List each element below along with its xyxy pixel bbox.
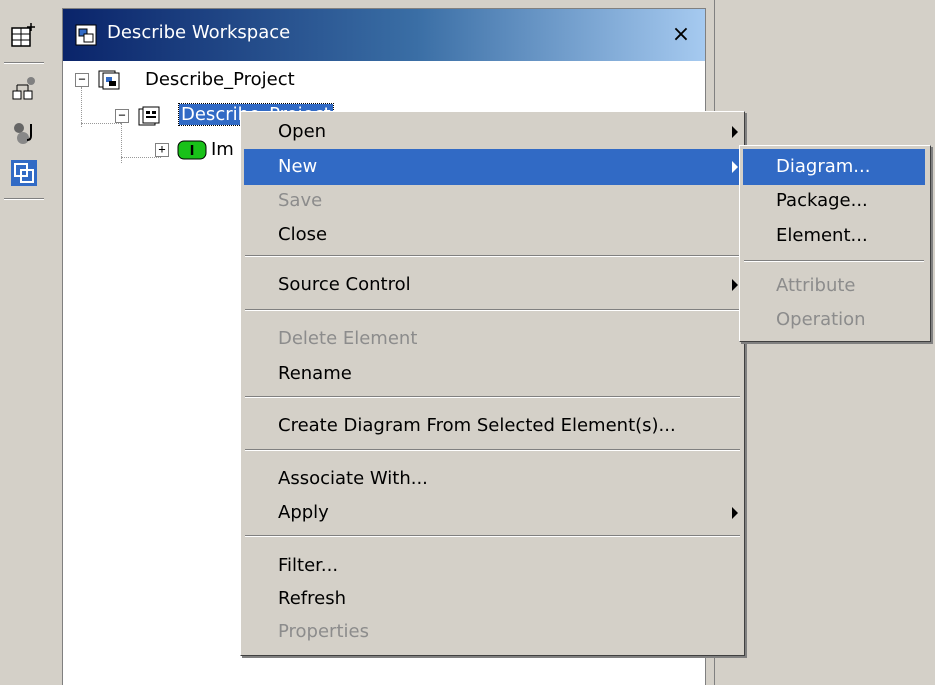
workspace-title: Describe Workspace (107, 22, 291, 43)
tree-expand-toggle[interactable]: + (155, 143, 169, 157)
submenu-arrow-icon (732, 507, 738, 519)
menu-separator (245, 449, 740, 451)
menu-item-properties[interactable]: Properties (244, 614, 741, 650)
submenu-item-attribute[interactable]: Attribute (743, 268, 925, 304)
context-menu: Open New Save Close Source Control Delet… (240, 111, 745, 656)
submenu-item-operation[interactable]: Operation (743, 302, 925, 338)
menu-item-create-diagram[interactable]: Create Diagram From Selected Element(s).… (244, 408, 741, 444)
menu-item-close[interactable]: Close (244, 217, 741, 253)
menu-item-filter[interactable]: Filter... (244, 548, 741, 584)
submenu-arrow-icon (732, 161, 738, 173)
new-item-icon[interactable] (9, 20, 39, 50)
right-panel (714, 0, 935, 685)
menu-separator (744, 260, 924, 262)
component-tool-icon[interactable] (9, 118, 39, 148)
menu-item-new[interactable]: New (244, 149, 741, 185)
tree-node-root[interactable]: Describe_Project (145, 69, 295, 90)
menu-item-delete-element[interactable]: Delete Element (244, 321, 741, 357)
project-icon (98, 70, 120, 90)
tree-node-grandchild[interactable]: Im (211, 139, 234, 160)
tree-collapse-toggle[interactable]: − (75, 73, 89, 87)
menu-item-save[interactable]: Save (244, 183, 741, 219)
model-icon (138, 106, 160, 126)
workspace-titlebar: Describe Workspace × (63, 9, 705, 61)
menu-separator (245, 396, 740, 398)
workspace-icon[interactable] (9, 158, 39, 188)
left-toolbar (0, 0, 50, 685)
menu-separator (245, 535, 740, 537)
submenu-item-diagram[interactable]: Diagram... (743, 149, 925, 185)
menu-item-source-control[interactable]: Source Control (244, 267, 741, 303)
splitter[interactable] (50, 0, 62, 685)
submenu-arrow-icon (732, 279, 738, 291)
interface-icon: I (177, 140, 207, 160)
new-submenu: Diagram... Package... Element... Attribu… (739, 145, 931, 342)
menu-separator (245, 255, 740, 257)
menu-separator (245, 309, 740, 311)
svg-text:I: I (190, 144, 195, 159)
menu-item-refresh[interactable]: Refresh (244, 581, 741, 617)
close-button[interactable]: × (667, 21, 695, 49)
tree-collapse-toggle[interactable]: − (115, 109, 129, 123)
submenu-item-package[interactable]: Package... (743, 183, 925, 219)
class-tool-icon[interactable] (9, 75, 39, 105)
submenu-item-element[interactable]: Element... (743, 218, 925, 254)
workspace-icon (75, 24, 97, 46)
menu-item-open[interactable]: Open (244, 114, 741, 150)
menu-item-rename[interactable]: Rename (244, 356, 741, 392)
submenu-arrow-icon (732, 126, 738, 138)
menu-item-associate-with[interactable]: Associate With... (244, 461, 741, 497)
menu-item-apply[interactable]: Apply (244, 495, 741, 531)
